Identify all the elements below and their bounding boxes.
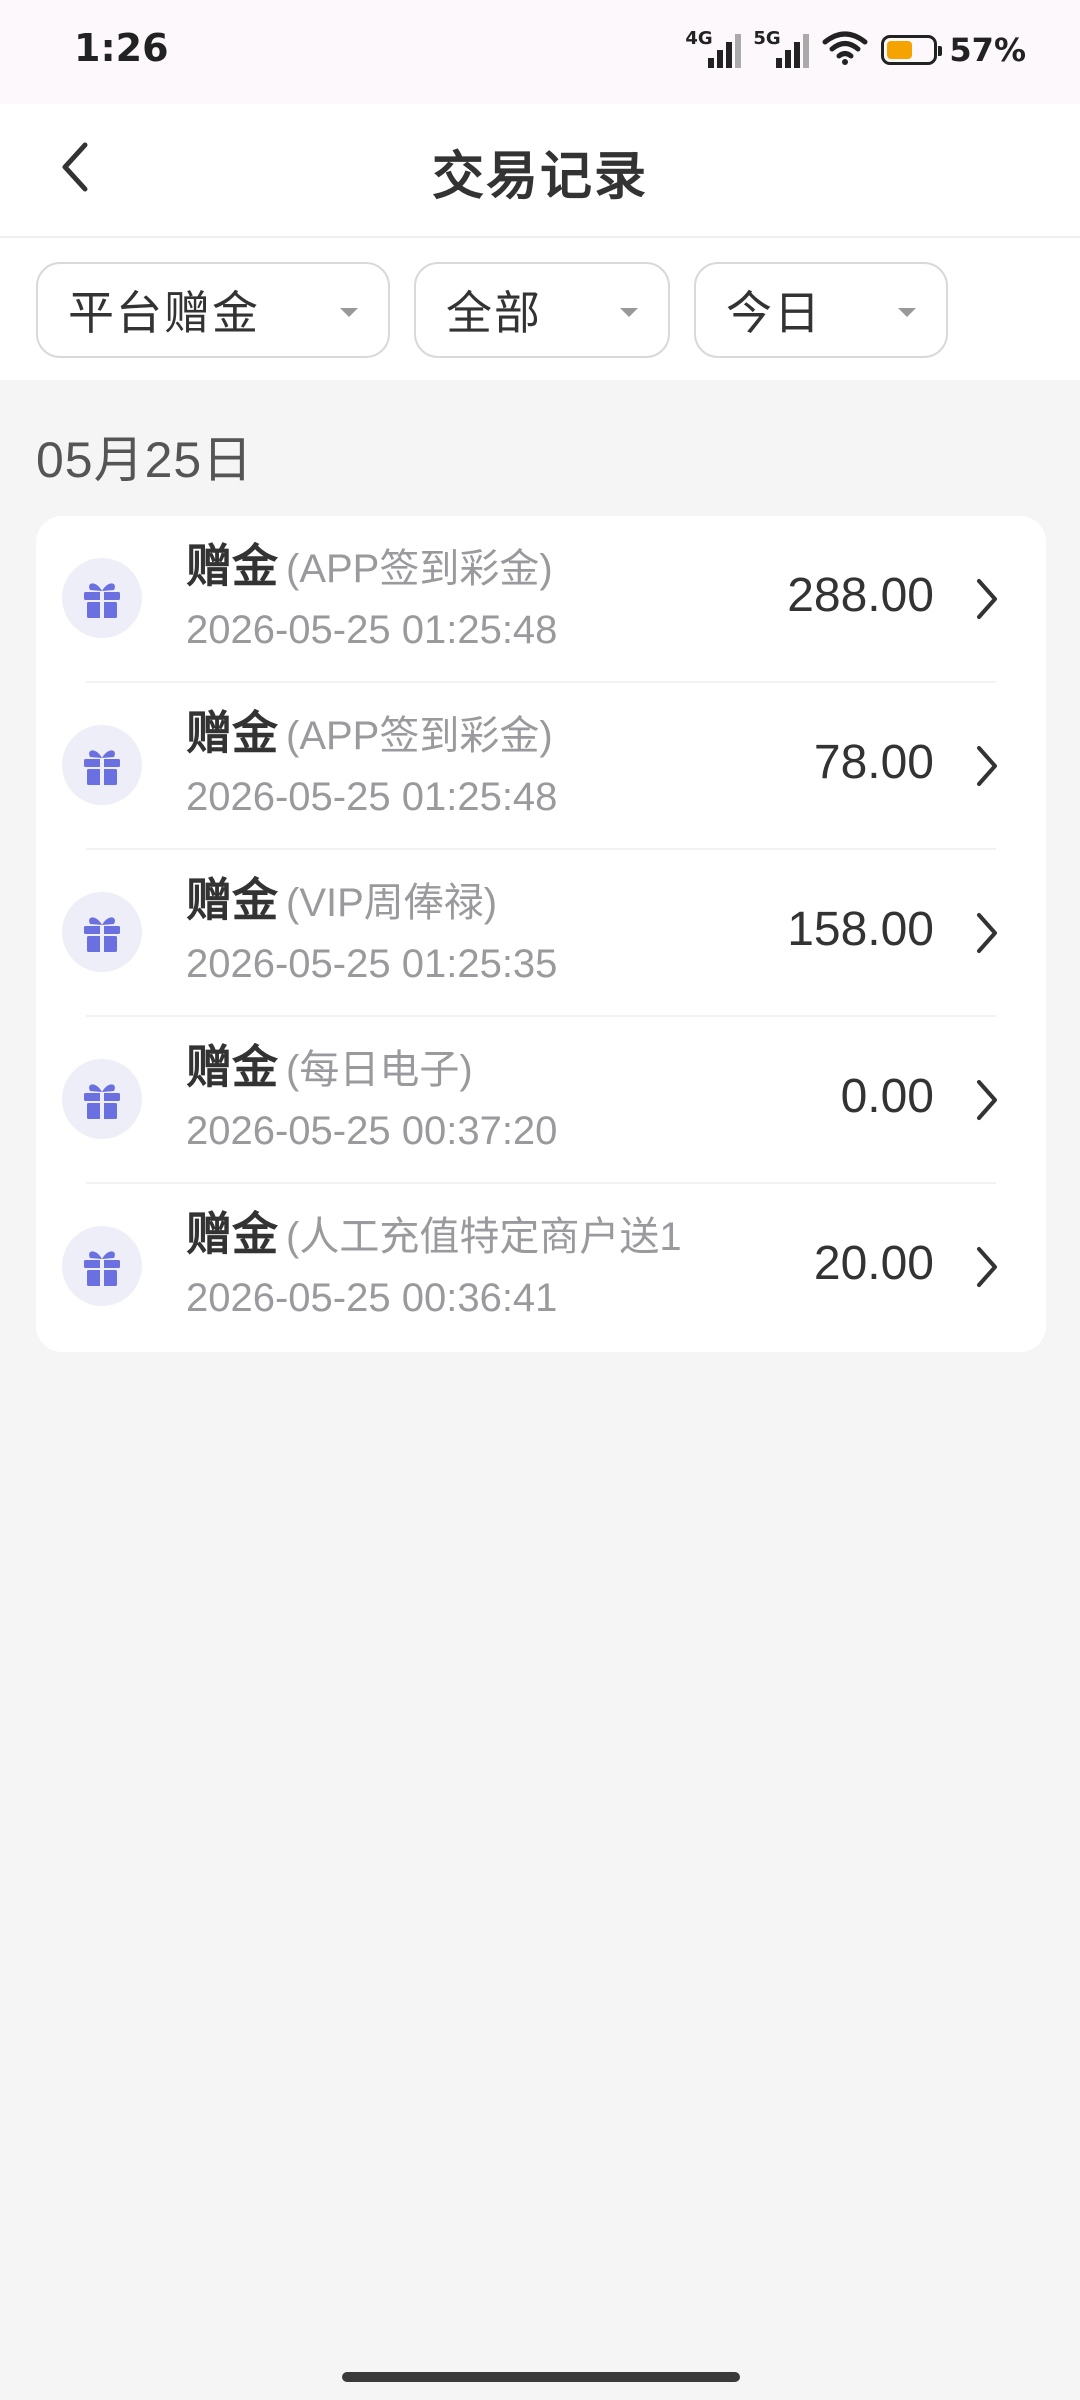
transaction-type: 赠金: [186, 1041, 278, 1093]
caret-down-icon: [620, 308, 638, 317]
transaction-type: 赠金: [186, 707, 278, 759]
transaction-row[interactable]: 赠金 (APP签到彩金) 2026-05-25 01:25:48 78.00: [36, 683, 1046, 850]
transaction-type: 赠金: [186, 1208, 278, 1260]
caret-down-icon: [898, 308, 916, 317]
filter-bar: 平台赠金 全部 今日: [0, 238, 1080, 380]
transaction-title: 赠金 (VIP周俸禄): [186, 864, 756, 930]
transaction-type: 赠金: [186, 874, 278, 926]
gift-icon: [62, 892, 142, 972]
transaction-time: 2026-05-25 01:25:48: [186, 608, 558, 652]
transaction-time: 2026-05-25 01:25:48: [186, 775, 558, 819]
transaction-time: 2026-05-25 00:37:20: [186, 1109, 558, 1153]
chevron-right-icon: [972, 741, 1002, 791]
filter-category-label: 平台赠金: [68, 287, 260, 339]
transaction-amount: 20.00: [813, 1237, 934, 1290]
chevron-right-icon: [972, 1075, 1002, 1125]
filter-date-label: 今日: [726, 287, 822, 339]
gift-icon: [62, 558, 142, 638]
home-indicator[interactable]: [342, 2372, 740, 2382]
transaction-amount: 78.00: [813, 736, 934, 789]
filter-type-label: 全部: [446, 287, 542, 339]
status-time: 1:26: [74, 26, 169, 70]
cellular-4g-icon: 4G: [685, 28, 742, 70]
chevron-right-icon: [972, 574, 1002, 624]
transaction-title: 赠金 (人工充值特定商户送1: [186, 1198, 756, 1264]
battery-percent: 57%: [949, 31, 1026, 69]
transaction-reason: (每日电子): [286, 1048, 473, 1092]
transaction-row[interactable]: 赠金 (每日电子) 2026-05-25 00:37:20 0.00: [36, 1017, 1046, 1184]
cellular-5g-icon: 5G: [753, 28, 810, 70]
transaction-row[interactable]: 赠金 (APP签到彩金) 2026-05-25 01:25:48 288.00: [36, 516, 1046, 683]
gift-icon: [62, 1059, 142, 1139]
transaction-row[interactable]: 赠金 (人工充值特定商户送1 2026-05-25 00:36:41 20.00: [36, 1184, 1046, 1351]
transaction-amount: 288.00: [787, 569, 934, 622]
nav-bar: 交易记录: [0, 104, 1080, 238]
status-icons: 4G 5G 57%: [685, 28, 1026, 72]
transaction-row[interactable]: 赠金 (VIP周俸禄) 2026-05-25 01:25:35 158.00: [36, 850, 1046, 1017]
transaction-amount: 0.00: [840, 1070, 934, 1123]
status-bar: 1:26 4G 5G 57%: [0, 0, 1080, 104]
transaction-amount: 158.00: [787, 903, 934, 956]
filter-date-dropdown[interactable]: 今日: [694, 262, 948, 358]
caret-down-icon: [340, 308, 358, 317]
gift-icon: [62, 1226, 142, 1306]
transaction-time: 2026-05-25 01:25:35: [186, 942, 558, 986]
battery-icon: [881, 35, 943, 65]
transaction-type: 赠金: [186, 540, 278, 592]
battery-level-fill: [887, 41, 913, 59]
transaction-reason: (APP签到彩金): [286, 714, 553, 758]
chevron-right-icon: [972, 1242, 1002, 1292]
transaction-reason: (人工充值特定商户送1: [286, 1215, 682, 1259]
transaction-time: 2026-05-25 00:36:41: [186, 1276, 558, 1320]
transaction-title: 赠金 (每日电子): [186, 1031, 756, 1097]
transaction-reason: (APP签到彩金): [286, 547, 553, 591]
wifi-icon: [821, 30, 869, 71]
page-title: 交易记录: [431, 148, 648, 206]
transaction-title: 赠金 (APP签到彩金): [186, 697, 756, 763]
transactions-list: 赠金 (APP签到彩金) 2026-05-25 01:25:48 288.00 赠…: [36, 516, 1046, 1352]
chevron-right-icon: [972, 908, 1002, 958]
transaction-reason: (VIP周俸禄): [286, 881, 498, 925]
gift-icon: [62, 725, 142, 805]
filter-type-dropdown[interactable]: 全部: [414, 262, 670, 358]
date-group-header: 05月25日: [36, 432, 254, 488]
transaction-title: 赠金 (APP签到彩金): [186, 530, 756, 596]
filter-category-dropdown[interactable]: 平台赠金: [36, 262, 390, 358]
